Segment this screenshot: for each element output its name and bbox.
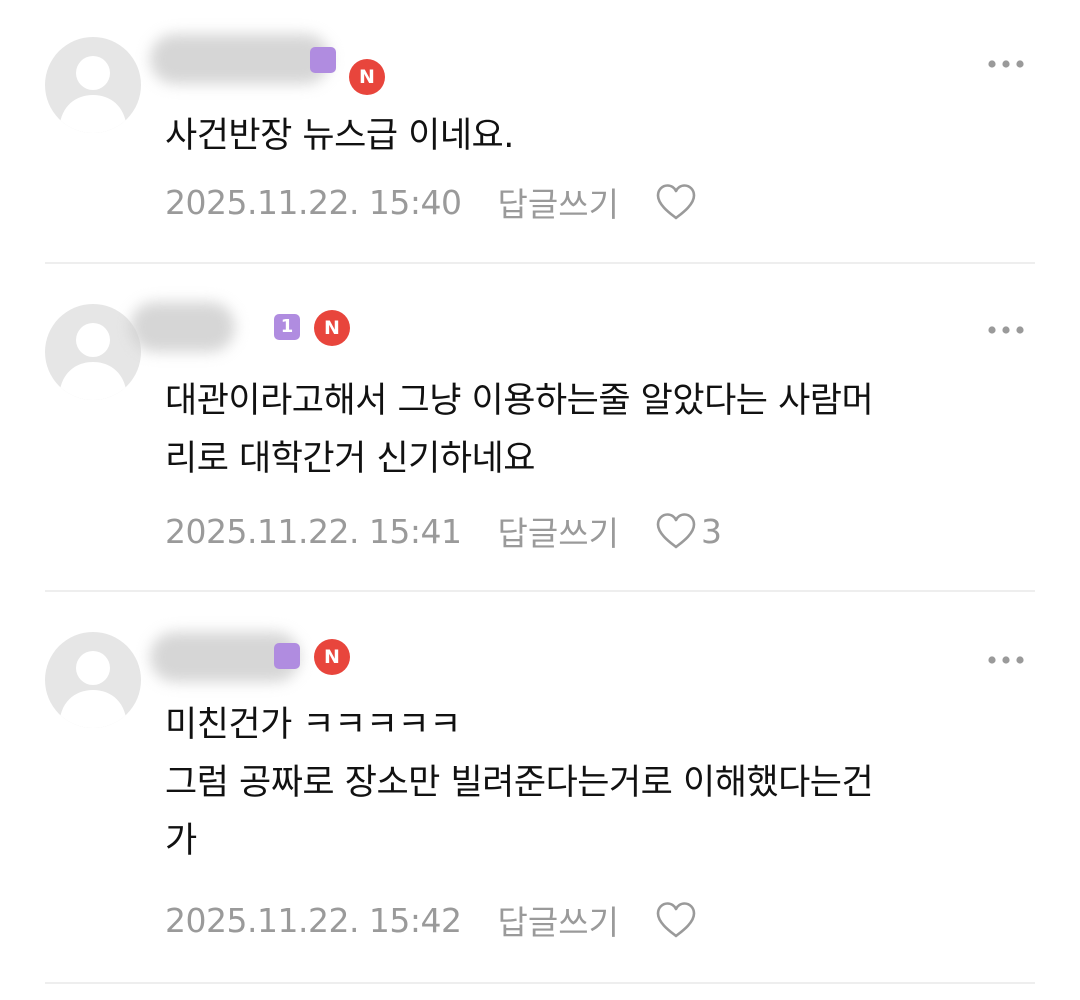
reply-button[interactable]: 답글쓰기 [498,178,619,226]
comment-item: N 미친건가 ㅋㅋㅋㅋㅋ 그럼 공짜로 장소만 빌려준다는거로 이해했다는건 가… [0,592,1080,982]
author-row[interactable]: 1 N [130,298,410,358]
comment-date: 2025.11.22. 15:40 [165,182,462,222]
heart-outline-icon [656,184,696,220]
heart-outline-icon [656,513,696,549]
reply-button[interactable]: 답글쓰기 [498,896,619,944]
comment-text: 사건반장 뉴스급 이네요. [165,116,514,156]
more-dots-icon [988,326,1024,334]
heart-outline-icon [656,902,696,938]
user-avatar-icon[interactable] [45,304,141,400]
more-options-button[interactable] [978,310,1034,350]
comment-meta: 2025.11.22. 15:42 답글쓰기 [165,895,701,945]
author-row[interactable]: N [150,628,410,688]
comment-item: 1 N 대관이라고해서 그냥 이용하는줄 알았다는 사람머 리로 대학간거 신기… [0,264,1080,590]
new-badge: N [314,310,350,346]
rank-badge: 1 [274,314,300,340]
more-options-button[interactable] [978,44,1034,84]
like-button[interactable] [655,901,701,939]
comment-text: 대관이라고해서 그냥 이용하는줄 알았다는 사람머 리로 대학간거 신기하네요 [165,381,874,479]
new-badge: N [349,59,385,95]
author-row[interactable]: N [150,30,410,95]
comment-item: N 사건반장 뉴스급 이네요. 2025.11.22. 15:40 답글쓰기 [0,0,1080,262]
rank-badge [274,643,300,669]
like-count: 3 [700,511,722,551]
more-options-button[interactable] [978,640,1034,680]
comment-text: 미친건가 ㅋㅋㅋㅋㅋ 그럼 공짜로 장소만 빌려준다는거로 이해했다는건 가 [165,705,874,861]
new-badge: N [314,639,350,675]
user-avatar-icon[interactable] [45,37,141,133]
comment-meta: 2025.11.22. 15:41 답글쓰기 3 [165,506,722,556]
comment-date: 2025.11.22. 15:42 [165,900,462,940]
more-dots-icon [988,656,1024,664]
reply-button[interactable]: 답글쓰기 [498,507,619,555]
comment-meta: 2025.11.22. 15:40 답글쓰기 [165,177,701,227]
like-button[interactable]: 3 [655,512,722,551]
author-name-redacted[interactable] [130,302,235,352]
user-avatar-icon[interactable] [45,632,141,728]
rank-badge [310,47,336,73]
more-dots-icon [988,60,1024,68]
author-name-redacted[interactable] [150,34,330,84]
like-button[interactable] [655,183,701,221]
comment-date: 2025.11.22. 15:41 [165,511,462,551]
divider [45,982,1035,984]
